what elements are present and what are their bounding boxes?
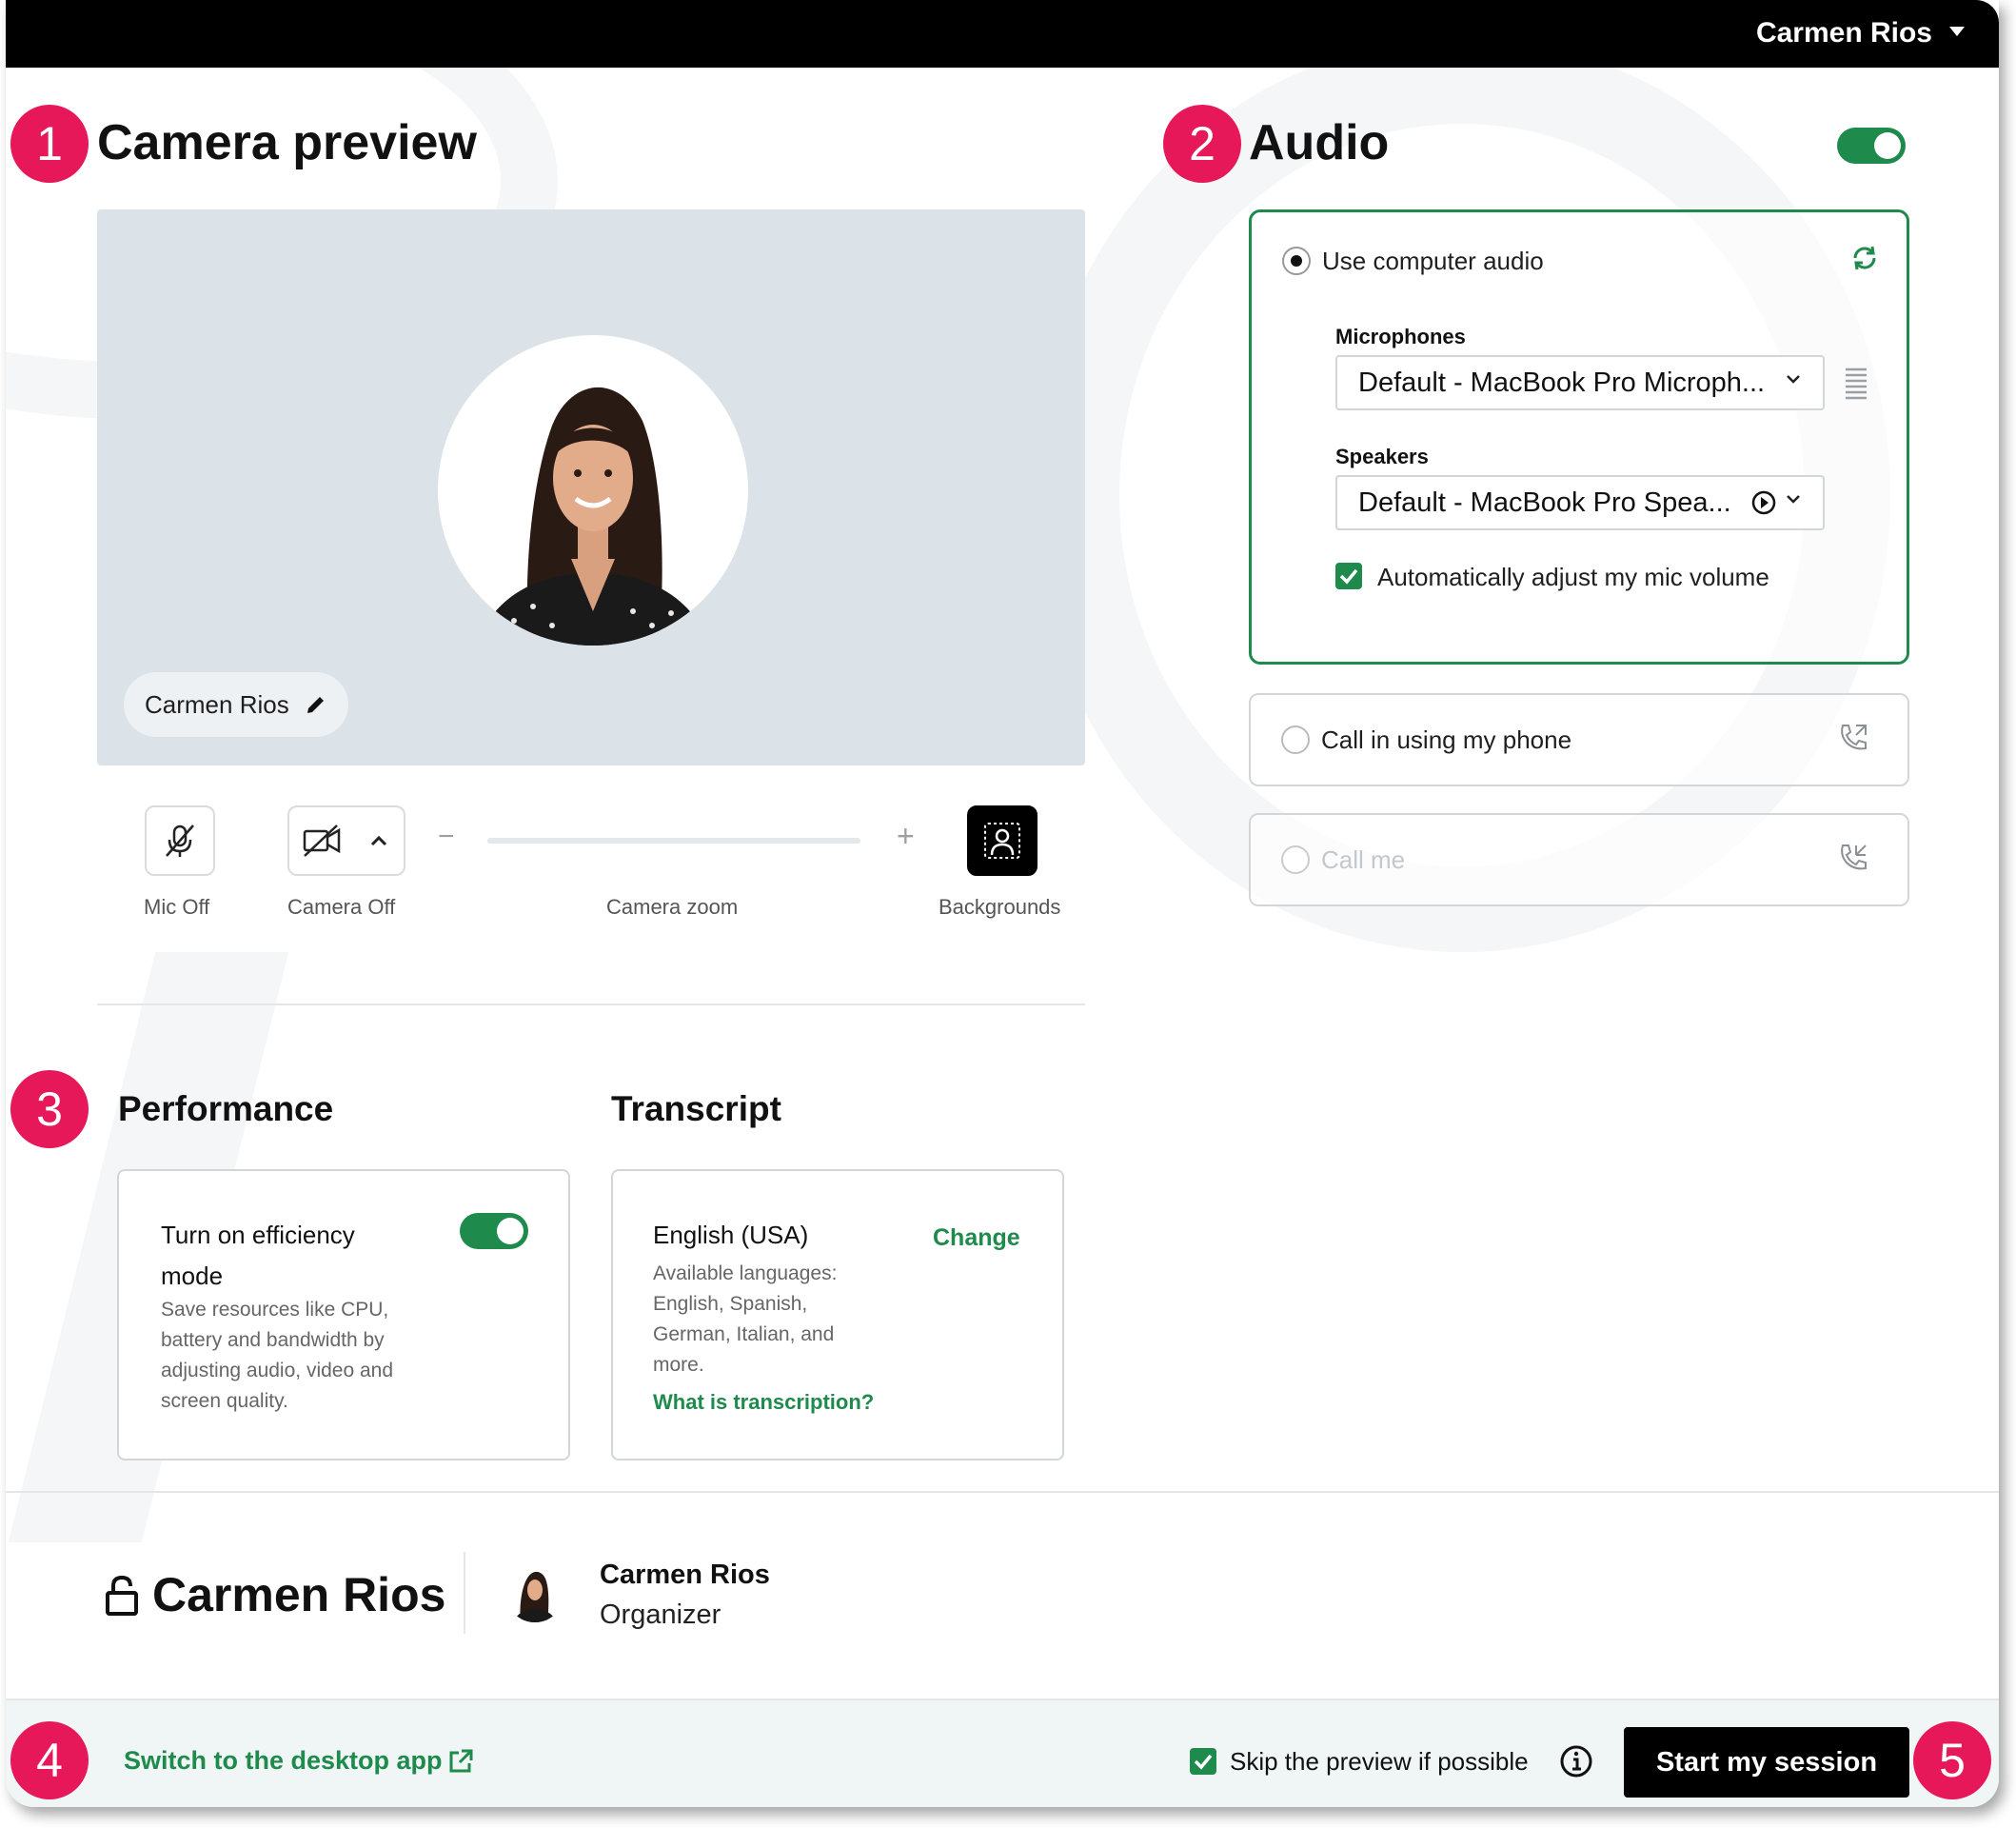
speaker-select-value: Default - MacBook Pro Spea... [1358,487,1731,518]
user-avatar [438,335,748,646]
start-session-button[interactable]: Start my session [1624,1727,1909,1798]
section-divider [97,1003,1085,1005]
zoom-plus-button[interactable]: + [897,819,915,854]
auto-adjust-label: Automatically adjust my mic volume [1377,563,1769,591]
efficiency-mode-label-line2: mode [161,1262,224,1290]
backgrounds-icon [984,823,1020,859]
step-badge-2: 2 [1163,105,1241,183]
step-badge-4: 4 [10,1721,89,1799]
step-badge-1: 1 [10,105,89,183]
chevron-up-icon [370,835,387,846]
efficiency-desc-line3: adjusting audio, video and [161,1360,394,1381]
available-languages-line1: Available languages: [653,1262,838,1284]
lock-icon [106,1575,138,1616]
checkmark-icon [1194,1754,1213,1770]
performance-title: Performance [118,1089,334,1128]
phone-incoming-icon [1841,844,1867,870]
play-test-sound-icon[interactable] [1750,489,1777,516]
checkmark-icon [1339,568,1358,585]
camera-zoom-slider[interactable] [487,838,860,844]
call-in-label: Call in using my phone [1321,725,1572,754]
caret-down-icon[interactable] [1949,27,1965,36]
call-me-option[interactable]: Call me [1249,813,1909,906]
call-me-label: Call me [1321,845,1406,874]
organizer-name: Carmen Rios [600,1560,770,1590]
refresh-icon[interactable] [1848,241,1882,275]
top-bar: Carmen Rios [6,0,1999,68]
host-section-divider [6,1491,1999,1493]
external-link-icon[interactable] [447,1748,474,1775]
mic-toggle-button[interactable] [145,805,215,876]
efficiency-desc-line4: screen quality. [161,1390,288,1412]
mic-level-meter-icon [1846,368,1867,400]
microphone-select[interactable]: Default - MacBook Pro Microph... [1335,355,1825,410]
skip-preview-checkbox[interactable] [1190,1748,1216,1775]
speakers-label: Speakers [1335,445,1429,468]
available-languages-line4: more. [653,1354,704,1376]
call-in-option[interactable]: Call in using my phone [1249,693,1909,786]
call-me-radio[interactable] [1281,845,1310,874]
host-vertical-divider [464,1552,465,1634]
camera-off-label: Camera Off [287,895,396,919]
app-window: Carmen Rios 1 Camera preview Carmen Rios… [6,0,1999,1807]
audio-title: Audio [1249,115,1390,170]
efficiency-desc-line1: Save resources like CPU, [161,1299,389,1321]
speaker-select[interactable]: Default - MacBook Pro Spea... [1335,475,1825,530]
info-icon[interactable] [1559,1744,1593,1778]
efficiency-mode-panel: Turn on efficiency mode Save resources l… [117,1169,570,1460]
step-badge-3: 3 [10,1070,89,1148]
transcript-title: Transcript [611,1089,781,1128]
skip-preview-label: Skip the preview if possible [1230,1747,1529,1776]
efficiency-mode-toggle[interactable] [460,1213,528,1249]
efficiency-desc-line2: battery and bandwidth by [161,1329,385,1351]
camera-toggle-button[interactable] [287,805,356,876]
display-name-text: Carmen Rios [145,690,289,719]
what-is-transcription-link[interactable]: What is transcription? [653,1390,874,1415]
zoom-minus-button[interactable]: − [438,821,455,853]
camera-zoom-label: Camera zoom [606,895,739,919]
microphones-label: Microphones [1335,325,1466,348]
computer-audio-label: Use computer audio [1322,247,1544,275]
call-in-radio[interactable] [1281,725,1310,754]
camera-preview: Carmen Rios [97,209,1085,765]
transcript-language: English (USA) [653,1221,809,1249]
auto-adjust-checkbox[interactable] [1335,563,1362,589]
step-badge-5: 5 [1913,1721,1991,1799]
computer-audio-radio[interactable] [1282,247,1311,275]
portrait-image [476,387,710,646]
phone-outgoing-icon [1841,725,1867,750]
computer-audio-card: Use computer audio Microphones Default -… [1249,209,1909,665]
backgrounds-button[interactable] [967,805,1038,876]
room-owner-name: Carmen Rios [152,1568,446,1621]
transcript-panel: English (USA) Change Available languages… [611,1169,1064,1460]
account-menu-name[interactable]: Carmen Rios [1756,17,1932,50]
available-languages-line2: English, Spanish, [653,1293,808,1315]
efficiency-mode-label-line1: Turn on efficiency [161,1221,355,1249]
mic-off-label: Mic Off [144,895,210,919]
available-languages-line3: German, Italian, and [653,1323,835,1345]
switch-desktop-app-link[interactable]: Switch to the desktop app [124,1746,443,1776]
camera-preview-title: Camera preview [97,115,477,170]
backgrounds-label: Backgrounds [939,895,1061,919]
display-name-chip[interactable]: Carmen Rios [124,672,348,737]
organizer-avatar [505,1563,564,1622]
change-language-link[interactable]: Change [933,1224,1020,1252]
chevron-down-icon [1787,375,1800,384]
mic-off-icon [166,825,194,857]
microphone-select-value: Default - MacBook Pro Microph... [1358,368,1766,398]
organizer-role: Organizer [600,1600,721,1630]
camera-off-icon [303,825,341,857]
camera-options-button[interactable] [354,805,405,876]
chevron-down-icon [1787,495,1800,504]
audio-toggle[interactable] [1837,128,1906,164]
pencil-edit-icon[interactable] [305,693,327,716]
